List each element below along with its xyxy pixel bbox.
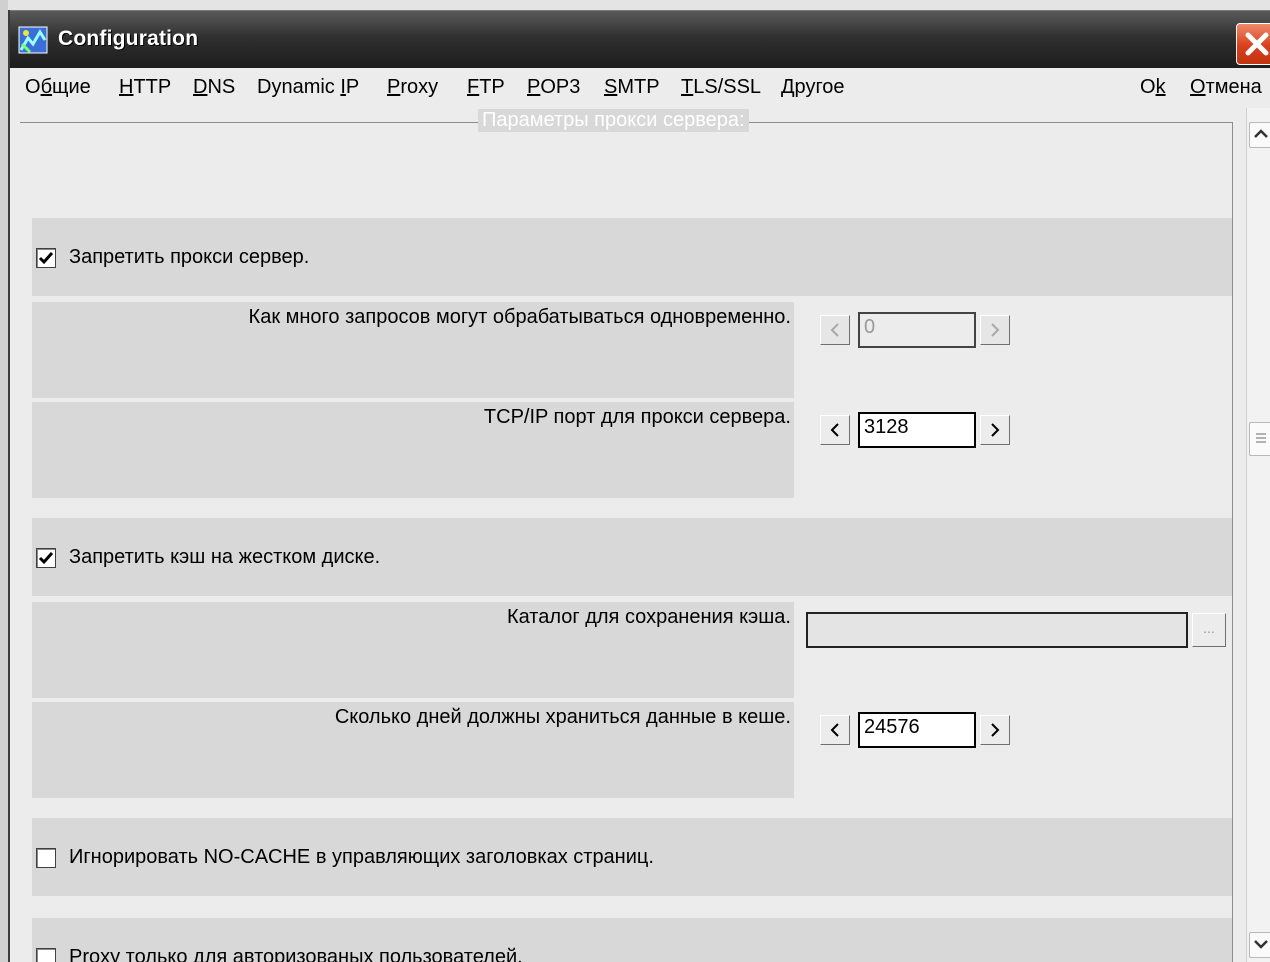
menu-pop3[interactable]: POP3	[527, 76, 580, 99]
disable-proxy-label: Запретить прокси сервер.	[69, 246, 310, 268]
days-increment-button[interactable]	[980, 715, 1010, 745]
cache-dir-input[interactable]	[806, 612, 1188, 648]
browse-button[interactable]: ...	[1192, 613, 1226, 647]
menu-other[interactable]: Другое	[781, 76, 845, 99]
menu-tls-ssl[interactable]: TLS/SSL	[681, 76, 761, 99]
cache-days-row: Сколько дней должны храниться данные в к…	[32, 702, 794, 798]
configuration-window: Configuration Общие HTTP DNS Dynamic IP …	[8, 10, 1270, 962]
chevron-up-icon	[1254, 129, 1268, 138]
proxy-port-label: TCP/IP порт для прокси сервера.	[483, 406, 791, 428]
menu-http[interactable]: HTTP	[119, 76, 171, 99]
concurrent-increment-button[interactable]	[980, 315, 1010, 345]
menu-proxy[interactable]: Proxy	[387, 76, 438, 99]
group-title: Параметры прокси сервера:	[478, 109, 749, 132]
chevron-right-icon	[991, 723, 1000, 737]
checkmark-icon	[38, 252, 54, 265]
menu-bar: Общие HTTP DNS Dynamic IP Proxy FTP POP3…	[10, 68, 1270, 108]
chevron-down-icon	[1254, 940, 1268, 949]
title-bar[interactable]: Configuration	[10, 10, 1270, 69]
group-border-right	[1232, 122, 1233, 962]
close-button[interactable]	[1236, 23, 1270, 65]
chevron-left-icon	[830, 423, 839, 437]
chevron-left-icon	[830, 323, 839, 337]
menu-general[interactable]: Общие	[25, 76, 91, 99]
chevron-right-icon	[991, 423, 1000, 437]
scroll-down-button[interactable]	[1249, 932, 1270, 958]
disable-cache-label: Запретить кэш на жестком диске.	[69, 546, 381, 568]
vertical-scrollbar[interactable]	[1246, 108, 1270, 962]
cache-days-input[interactable]: 24576	[858, 712, 976, 748]
menu-dns[interactable]: DNS	[193, 76, 235, 99]
auth-only-checkbox[interactable]	[36, 948, 56, 962]
scroll-up-button[interactable]	[1249, 122, 1270, 148]
option-row-disable-proxy: Запретить прокси сервер.	[32, 218, 1232, 296]
option-row-disable-cache: Запретить кэш на жестком диске.	[32, 518, 1232, 596]
ok-button[interactable]: Ok	[1140, 76, 1166, 99]
desktop-edge-left	[0, 0, 8, 962]
menu-smtp[interactable]: SMTP	[604, 76, 660, 99]
config-app-icon	[18, 26, 48, 54]
disable-cache-checkbox[interactable]	[36, 548, 56, 568]
cancel-button[interactable]: Отмена	[1190, 76, 1262, 99]
menu-ftp[interactable]: FTP	[467, 76, 505, 99]
days-decrement-button[interactable]	[820, 715, 850, 745]
concurrent-requests-row: Как много запросов могут обрабатываться …	[32, 302, 794, 398]
chevron-left-icon	[830, 723, 839, 737]
cache-dir-row: Каталог для сохранения кэша.	[32, 602, 794, 698]
menu-dynamic-ip[interactable]: Dynamic IP	[257, 76, 359, 99]
disable-proxy-checkbox[interactable]	[36, 248, 56, 268]
scroll-thumb[interactable]	[1249, 422, 1270, 456]
port-decrement-button[interactable]	[820, 415, 850, 445]
close-icon	[1245, 32, 1269, 56]
concurrent-requests-label: Как много запросов могут обрабатываться …	[248, 306, 791, 328]
auth-only-label: Proxy только для авторизованых пользоват…	[69, 946, 523, 962]
proxy-port-row: TCP/IP порт для прокси сервера.	[32, 402, 794, 498]
port-increment-button[interactable]	[980, 415, 1010, 445]
cache-days-label: Сколько дней должны храниться данные в к…	[334, 706, 791, 728]
concurrent-requests-input[interactable]: 0	[858, 312, 976, 348]
concurrent-decrement-button[interactable]	[820, 315, 850, 345]
desktop-edge	[0, 0, 1270, 10]
checkmark-icon	[38, 552, 54, 565]
chevron-right-icon	[991, 323, 1000, 337]
ignore-nocache-label: Игнорировать NO-CACHE в управляющих заго…	[69, 846, 654, 868]
window-title: Configuration	[58, 27, 199, 50]
grip-icon	[1256, 433, 1266, 443]
proxy-port-input[interactable]: 3128	[858, 412, 976, 448]
ignore-nocache-checkbox[interactable]	[36, 848, 56, 868]
settings-panel: Параметры прокси сервера: Запретить прок…	[10, 108, 1246, 962]
option-row-ignore-nocache: Игнорировать NO-CACHE в управляющих заго…	[32, 818, 1232, 896]
option-row-auth-only: Proxy только для авторизованых пользоват…	[32, 918, 1232, 962]
cache-dir-label: Каталог для сохранения кэша.	[506, 606, 791, 628]
